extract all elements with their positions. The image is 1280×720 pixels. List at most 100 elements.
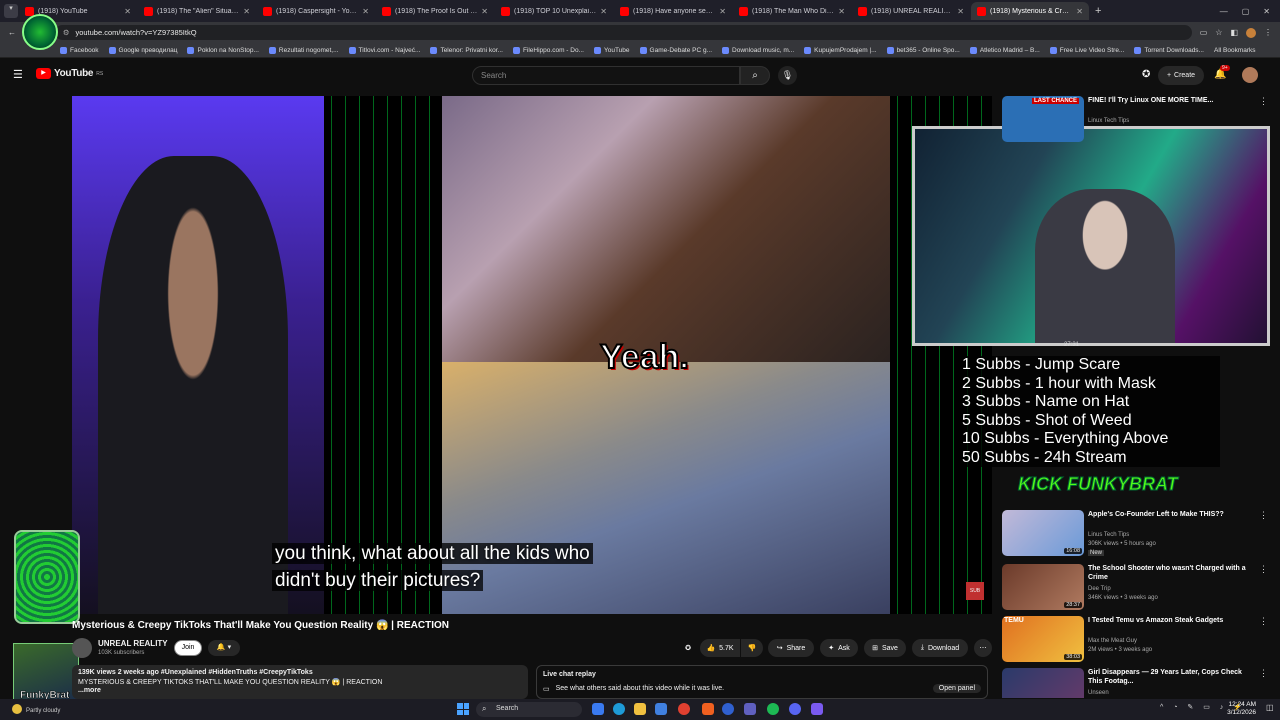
bookmark-item[interactable]: Google преводилац [108,46,177,54]
close-tab-icon[interactable]: ✕ [600,7,607,16]
file-explorer-icon[interactable] [634,703,646,715]
video-player[interactable]: SUB [72,96,992,614]
edge-icon[interactable] [613,703,625,715]
bookmark-item[interactable]: Telenor: Privatni kor... [430,46,503,54]
join-button[interactable]: Join [174,640,202,656]
all-bookmarks[interactable]: All Bookmarks [1214,47,1256,54]
bookmark-item[interactable]: Facebook [60,46,99,54]
like-button[interactable]: 👍 5.7K [700,639,740,657]
video-description[interactable]: 139K views 2 weeks ago #Unexplained #Hid… [72,665,528,699]
notifications-tray-icon[interactable]: ◫ [1266,703,1274,712]
channel-avatar[interactable] [72,638,92,658]
chrome-icon[interactable] [678,703,690,715]
live-icon-button[interactable]: ✪ [680,639,696,657]
live-icon[interactable]: ✪ [1142,69,1150,80]
bookmark-item[interactable]: Game-Debate PC g... [639,46,712,54]
video-thumbnail[interactable]: 16:08 [1002,510,1084,556]
video-thumbnail[interactable]: LAST CHANCE [1002,96,1084,142]
youtube-logo[interactable]: ▶ YouTube RS [36,68,103,79]
spotify-icon[interactable] [767,703,779,715]
app-icon[interactable] [811,703,823,715]
browser-tab[interactable]: (1918) The Proof Is Out There✕ [376,2,494,20]
close-tab-icon[interactable]: ✕ [243,7,250,16]
channel-name[interactable]: UNREAL REALITY [98,639,168,648]
weather-text[interactable]: Partly cloudy [26,708,60,714]
open-panel-button[interactable]: Open panel [932,684,981,693]
close-window-icon[interactable]: ✕ [1263,7,1270,16]
weather-icon[interactable] [12,704,22,714]
browser-tab[interactable]: (1918) UNREAL REALITY - YouT✕ [852,2,970,20]
maximize-icon[interactable]: ▢ [1242,7,1250,16]
browser-tab-active[interactable]: (1918) Mysterious & Creep ✕ [971,2,1089,20]
subscribe-bell-button[interactable]: 🔔 ▾ [208,640,240,656]
browser-tab[interactable]: (1918) Caspersight - YouTube✕ [257,2,375,20]
tab-search-icon[interactable]: ▾ [4,4,18,18]
browser-menu-icon[interactable]: ⋮ [1264,28,1272,37]
save-button[interactable]: ⊞ Save [864,639,906,657]
video-thumbnail[interactable]: TEMU 38:03 [1002,616,1084,662]
bookmark-item[interactable]: Titlovi.com - Najveć... [348,46,420,54]
app-icon[interactable] [722,703,734,715]
subscribe-watermark[interactable]: SUB [966,582,984,600]
voice-search-button[interactable]: 🎙 [778,66,797,85]
browser-tab[interactable]: (1918) The "Alien" Situation Is U✕ [138,2,256,20]
video-thumbnail[interactable]: 28:37 [1002,564,1084,610]
video-title[interactable]: Apple's Co-Founder Left to Make THIS?? [1088,510,1254,519]
close-tab-icon[interactable]: ✕ [481,7,488,16]
more-icon[interactable]: ⋮ [1259,96,1268,107]
bookmark-item[interactable]: Poklon na NonStop... [187,46,259,54]
bookmark-item[interactable]: Atletico Madrid – B... [969,46,1040,54]
more-link[interactable]: ...more [78,687,522,694]
dislike-button[interactable]: 👎 [741,639,763,657]
share-button[interactable]: ↪ Share [768,639,814,657]
video-title[interactable]: Girl Disappears — 29 Years Later, Cops C… [1088,668,1254,686]
bookmark-item[interactable]: KupujemProdajem |... [804,46,877,54]
hamburger-menu-icon[interactable]: ☰ [13,68,23,81]
bookmark-item[interactable]: bet365 - Online Spo... [886,46,960,54]
more-icon[interactable]: ⋮ [1259,510,1268,521]
search-button[interactable]: ⌕ [740,66,770,85]
minimize-icon[interactable]: — [1220,7,1228,16]
bookmark-item[interactable]: Torrent Downloads... [1134,46,1204,54]
more-icon[interactable]: ⋮ [1259,616,1268,627]
browser-tab[interactable]: (1918) The Man Who Disappea✕ [733,2,851,20]
recommended-video[interactable]: Girl Disappears — 29 Years Later, Cops C… [1002,668,1272,698]
new-tab-button[interactable]: + [1095,5,1109,17]
close-tab-icon[interactable]: ✕ [838,7,845,16]
search-input[interactable]: Search [472,66,740,85]
account-avatar[interactable] [1242,67,1258,83]
bookmark-item[interactable]: YouTube [593,46,630,54]
close-tab-icon[interactable]: ✕ [1076,7,1083,16]
more-icon[interactable]: ⋮ [1259,564,1268,575]
browser-tab[interactable]: (1918) TOP 10 Unexplained Pho✕ [495,2,613,20]
close-tab-icon[interactable]: ✕ [124,7,131,16]
recommended-video[interactable]: LAST CHANCE FINE! I'll Try Linux ONE MOR… [1002,96,1272,144]
bookmark-item[interactable]: Download music, m... [722,46,794,54]
recommended-video[interactable]: 28:37 The School Shooter who wasn't Char… [1002,564,1272,612]
taskbar-clock[interactable]: 12:24 AM 3/12/2026 [1227,701,1256,717]
video-title[interactable]: I Tested Temu vs Amazon Steak Gadgets [1088,616,1254,625]
site-info-icon[interactable]: ⚙ [63,28,70,37]
ask-button[interactable]: ✦ Ask [820,639,858,657]
recommended-video[interactable]: TEMU 38:03 I Tested Temu vs Amazon Steak … [1002,616,1272,664]
back-icon[interactable]: ← [8,28,16,37]
bookmark-star-icon[interactable]: ☆ [1215,28,1222,37]
taskbar-search[interactable]: ⌕ Search [476,702,582,717]
discord-icon[interactable] [789,703,801,715]
close-tab-icon[interactable]: ✕ [957,7,964,16]
video-thumbnail[interactable] [1002,668,1084,698]
bookmark-item[interactable]: Rezultati nogomet,... [268,46,339,54]
brave-icon[interactable] [702,703,714,715]
teams-icon[interactable] [744,703,756,715]
more-actions-button[interactable]: ⋯ [974,639,992,657]
extensions-icon[interactable]: ◧ [1230,28,1238,37]
browser-tab[interactable]: (1918) Have anyone seen this v✕ [614,2,732,20]
task-view-icon[interactable] [592,703,604,715]
create-button[interactable]: + Create [1158,66,1204,85]
bookmark-item[interactable]: FileHippo.com - Do... [512,46,584,54]
download-button[interactable]: ⤓ Download [912,639,968,657]
store-icon[interactable] [655,703,667,715]
more-icon[interactable]: ⋮ [1259,668,1268,679]
close-tab-icon[interactable]: ✕ [719,7,726,16]
close-tab-icon[interactable]: ✕ [362,7,369,16]
